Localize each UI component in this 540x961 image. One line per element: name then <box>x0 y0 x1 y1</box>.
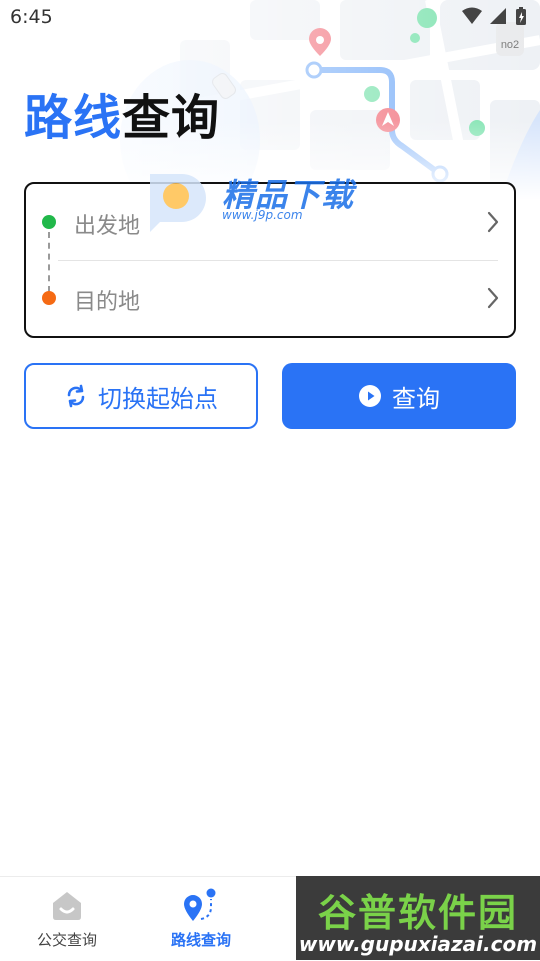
swap-locations-label: 切换起始点 <box>98 384 218 413</box>
page-title: 路线查询 <box>24 86 220 150</box>
status-icons <box>460 6 532 28</box>
status-time: 6:45 <box>10 6 53 28</box>
nav-label-bus-query: 公交查询 <box>36 931 97 949</box>
watermark-gupu-title: 谷普软件园 <box>317 891 518 935</box>
swap-icon <box>64 384 88 408</box>
watermark-gupu-url: www.gupuxiazai.com <box>298 932 538 956</box>
route-icon <box>181 887 221 927</box>
start-dot-icon <box>42 215 56 229</box>
signal-icon <box>490 8 506 24</box>
start-location-field[interactable]: 出发地 <box>26 184 514 260</box>
nav-label-route-query: 路线查询 <box>170 931 231 949</box>
status-bar: 6:45 <box>0 0 540 36</box>
wifi-icon <box>462 7 482 24</box>
end-location-placeholder: 目的地 <box>74 290 141 315</box>
start-location-placeholder: 出发地 <box>74 214 141 239</box>
nav-item-bus-query[interactable]: 公交查询 <box>0 877 134 961</box>
page-title-main: 查询 <box>122 90 221 146</box>
end-dot-icon <box>42 291 56 305</box>
chevron-right-icon <box>486 210 500 238</box>
route-card: 出发地 目的地 <box>24 182 516 338</box>
end-location-field[interactable]: 目的地 <box>26 260 514 336</box>
page-title-accent: 路线 <box>24 90 123 146</box>
query-label: 查询 <box>392 384 440 413</box>
chevron-right-icon <box>486 286 500 314</box>
swap-locations-button[interactable]: 切换起始点 <box>24 363 258 429</box>
nav-item-route-query[interactable]: 路线查询 <box>134 877 268 961</box>
bus-icon <box>49 887 85 927</box>
watermark-gupu: 谷普软件园 www.gupuxiazai.com <box>296 876 540 960</box>
battery-icon <box>516 7 526 25</box>
query-button[interactable]: 查询 <box>282 363 516 429</box>
play-icon <box>358 384 382 408</box>
